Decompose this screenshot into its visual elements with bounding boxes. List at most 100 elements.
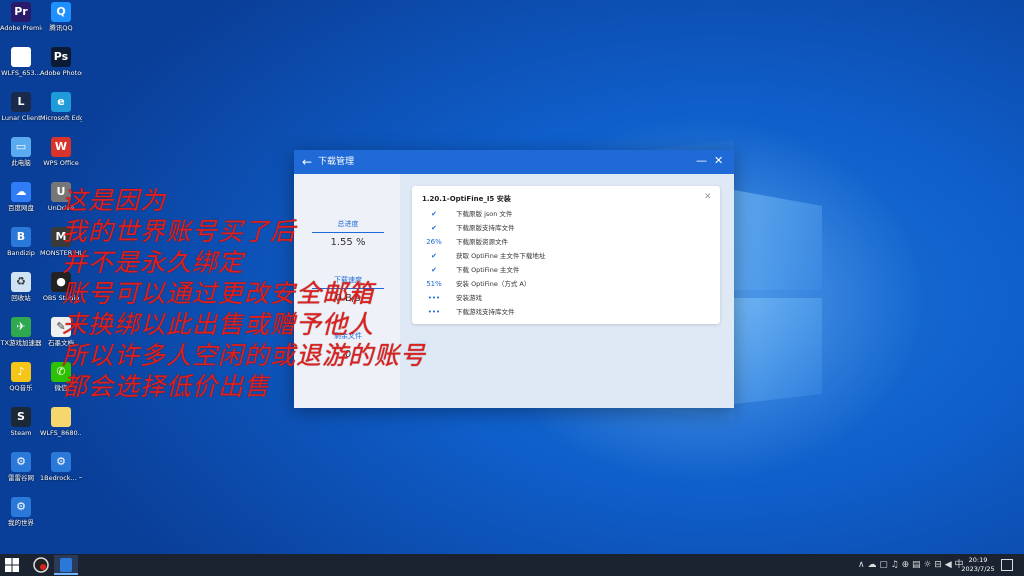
qq-music-icon: ♪: [11, 362, 31, 382]
task-step-status: 26%: [426, 238, 442, 246]
photoshop-icon: Ps: [51, 47, 71, 67]
desktop: Pr Adobe Premier... Q 腾讯QQ WLFS_653... Ps Adob…: [0, 0, 1024, 554]
task-step-label: 下载原版支持库文件: [456, 224, 515, 232]
overlay-text-line: 这是因为: [62, 186, 167, 215]
desktop-icon-label: TX游戏加速器: [0, 339, 42, 347]
leilei-icon: ⚙: [11, 452, 31, 472]
total-progress-value: 1.55 %: [330, 237, 366, 248]
task-step-status: ✔: [431, 224, 437, 232]
desktop-icon-label: Bandizip: [7, 249, 35, 257]
desktop-icon-label: 1Bedrock... 一键启动: [40, 474, 82, 482]
desktop-icon-label: WPS Office: [43, 159, 79, 167]
computer-icon: ▭: [11, 137, 31, 157]
task-step-label: 安装 OptiFine（方式 A）: [456, 280, 531, 288]
close-button[interactable]: ✕: [714, 154, 723, 168]
desktop-icon[interactable]: B Bandizip: [0, 227, 42, 257]
file-icon: [51, 407, 71, 427]
desktop-icon-label: WLFS_8680...: [40, 429, 82, 437]
desktop-icon[interactable]: ⚙ 雷雷谷网: [0, 452, 42, 482]
task-step-label: 安装游戏: [456, 294, 482, 302]
launcher-app-icon[interactable]: [54, 555, 78, 575]
divider: [312, 232, 384, 233]
desktop-icon[interactable]: e Microsoft Edge: [40, 92, 82, 122]
desktop-icon-label: 腾讯QQ: [49, 24, 73, 32]
desktop-icon-label: Microsoft Edge: [40, 114, 82, 122]
overlay-text-line: 账号可以通过更改安全邮箱: [62, 279, 375, 308]
desktop-icon-label: 我的世界: [8, 519, 34, 527]
task-step-label: 下载原版 json 文件: [456, 210, 513, 218]
desktop-icon-label: 百度网盘: [8, 204, 34, 212]
desktop-icon[interactable]: S Steam: [0, 407, 42, 437]
desktop-icon[interactable]: Ps Adobe Photosh...: [40, 47, 82, 77]
lunar-client-icon: L: [11, 92, 31, 112]
task-card-title: 1.20.1-OptiFine_I5 安装: [422, 195, 511, 203]
window-title: 下载管理: [318, 157, 355, 167]
desktop-icon-label: Steam: [10, 429, 32, 437]
bedrock-launcher-icon: ⚙: [51, 452, 71, 472]
qq-icon: Q: [51, 2, 71, 22]
task-card-close-icon[interactable]: ✕: [704, 192, 712, 202]
edge-icon: e: [51, 92, 71, 112]
task-step-status: •••: [427, 294, 441, 302]
desktop-icon[interactable]: ♪ QQ音乐: [0, 362, 42, 392]
desktop-icon[interactable]: ☁ 百度网盘: [0, 182, 42, 212]
task-step-label: 获取 OptiFine 主文件下载地址: [456, 252, 546, 260]
wps-icon: W: [51, 137, 71, 157]
desktop-icon-label: Lunar Client: [1, 114, 41, 122]
desktop-icon[interactable]: ⚙ 我的世界: [0, 497, 42, 527]
overlay-text-line: 我的世界账号买了后: [62, 217, 297, 246]
total-progress-label: 总进度: [337, 220, 359, 228]
desktop-icon[interactable]: ✈ TX游戏加速器: [0, 317, 42, 347]
minimize-button[interactable]: —: [696, 154, 707, 168]
tx-accelerator-icon: ✈: [11, 317, 31, 337]
notification-icon[interactable]: [1001, 559, 1013, 571]
task-list-panel: 1.20.1-OptiFine_I5 安装 ✕ ✔ 下载原版 json 文件 ✔ 下载…: [400, 174, 734, 408]
back-arrow-icon[interactable]: ←: [302, 154, 312, 170]
task-step-status: •••: [427, 308, 441, 316]
baidu-netdisk-icon: ☁: [11, 182, 31, 202]
desktop-icon[interactable]: Q 腾讯QQ: [40, 2, 82, 32]
desktop-icon[interactable]: WLFS_653...: [0, 47, 42, 77]
task-step-status: ✔: [431, 252, 437, 260]
desktop-icon-label: 此电脑: [11, 159, 31, 167]
desktop-icon-label: 雷雷谷网: [8, 474, 34, 482]
bandizip-icon: B: [11, 227, 31, 247]
recorder-app-icon[interactable]: [29, 555, 53, 575]
total-progress-stat: 总进度 1.55 %: [308, 220, 388, 249]
clock-time: 20:19: [968, 556, 988, 564]
overlay-text-line: 所以许多人空闲的或退游的账号: [62, 341, 427, 370]
task-step-status: 51%: [426, 280, 442, 288]
recycle-bin-icon: ♻: [11, 272, 31, 292]
steam-icon: S: [11, 407, 31, 427]
overlay-text-line: 都会选择低价出售: [62, 372, 271, 401]
desktop-icon[interactable]: Pr Adobe Premier...: [0, 2, 42, 32]
desktop-icon-label: Adobe Photosh...: [40, 69, 82, 77]
windows-start-icon[interactable]: [4, 557, 20, 573]
desktop-icon-label: WLFS_653...: [1, 69, 41, 77]
task-step-label: 下载游戏支持库文件: [456, 308, 515, 316]
clock[interactable]: 20:19 2023/7/25: [958, 556, 998, 574]
desktop-icon[interactable]: ▭ 此电脑: [0, 137, 42, 167]
desktop-icon[interactable]: ♻ 回收站: [0, 272, 42, 302]
minecraft-launcher-icon: ⚙: [11, 497, 31, 517]
clock-date: 2023/7/25: [961, 565, 995, 573]
desktop-icon-label: Adobe Premier...: [0, 24, 42, 32]
task-step-status: ✔: [431, 266, 437, 274]
desktop-icon-label: 回收站: [11, 294, 31, 302]
overlay-text-line: 来换绑以此出售或赠予他人: [62, 310, 375, 339]
file-icon: [11, 47, 31, 67]
desktop-icon-label: QQ音乐: [9, 384, 33, 392]
task-step-label: 下载 OptiFine 主文件: [456, 266, 520, 274]
task-step-label: 下载原版资源文件: [456, 238, 508, 246]
task-step-status: ✔: [431, 210, 437, 218]
desktop-icon[interactable]: ⚙ 1Bedrock... 一键启动: [40, 452, 82, 482]
taskbar: ∧ ☁ ▢ ♫ ⊕ ▤ ☼ ⊟ ◀ 中 20:19 2023/7/25: [0, 554, 1024, 576]
desktop-icon[interactable]: WLFS_8680...: [40, 407, 82, 437]
system-tray[interactable]: ∧ ☁ ▢ ♫ ⊕ ▤ ☼ ⊟ ◀ 中: [858, 559, 963, 571]
install-task-card: 1.20.1-OptiFine_I5 安装 ✕ ✔ 下载原版 json 文件 ✔ 下载…: [412, 186, 720, 324]
window-titlebar: ← 下载管理 — ✕: [294, 150, 734, 174]
desktop-icon[interactable]: W WPS Office: [40, 137, 82, 167]
premiere-icon: Pr: [11, 2, 31, 22]
desktop-icon[interactable]: L Lunar Client: [0, 92, 42, 122]
overlay-text-line: 并不是永久绑定: [62, 248, 245, 277]
